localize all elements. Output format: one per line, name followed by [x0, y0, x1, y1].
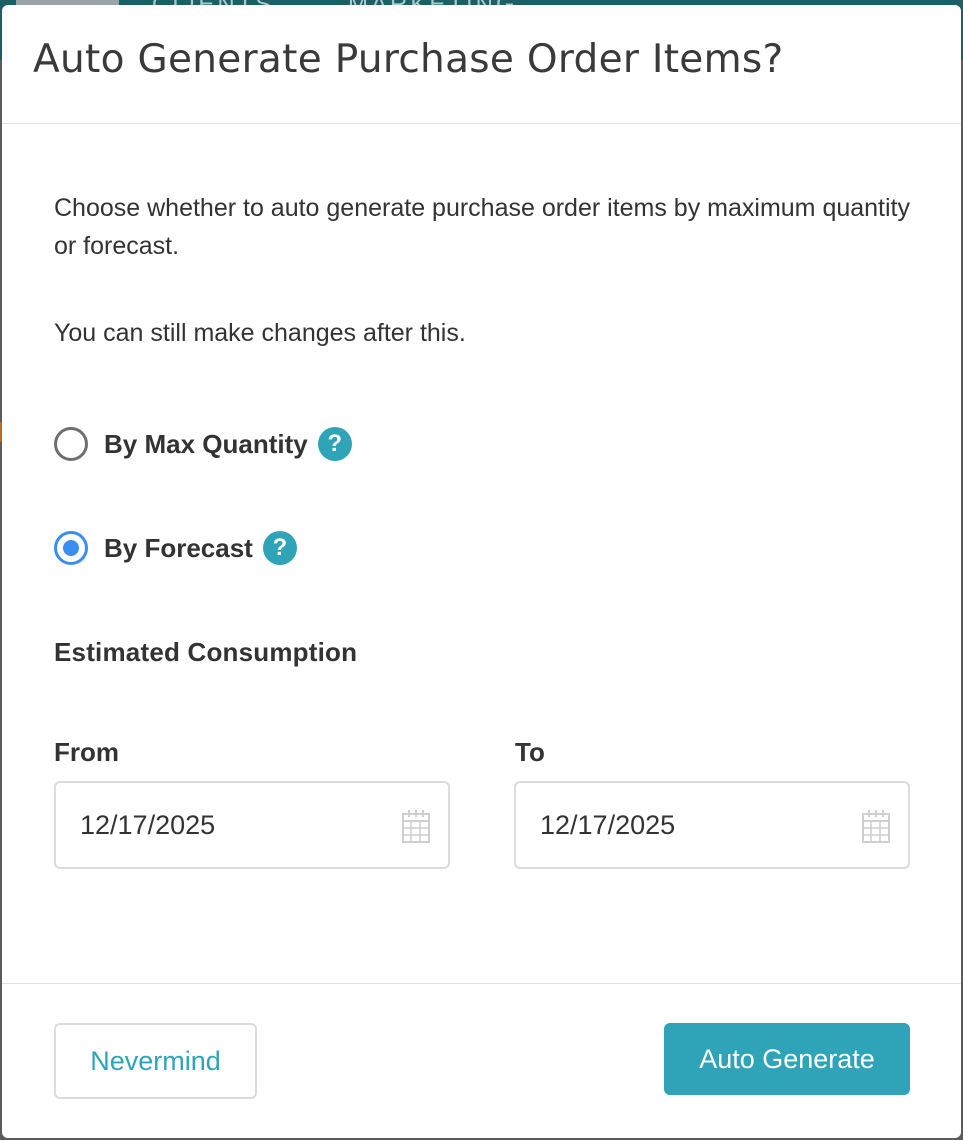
calendar-icon[interactable]	[402, 809, 430, 843]
to-label: To	[515, 737, 545, 767]
dialog-description: Choose whether to auto generate purchase…	[54, 194, 911, 260]
question-circle-icon[interactable]: ?	[317, 427, 352, 461]
question-circle-icon[interactable]: ?	[262, 531, 297, 565]
auto-generate-button[interactable]: Auto Generate	[664, 1023, 910, 1095]
from-date-input[interactable]	[80, 783, 380, 867]
option-max-quantity-label: By Max Quantity	[104, 428, 308, 459]
to-date-field[interactable]	[514, 781, 910, 869]
dialog-header: Auto Generate Purchase Order Items?	[2, 5, 961, 124]
option-forecast[interactable]: By Forecast ?	[54, 528, 297, 568]
dialog-title: Auto Generate Purchase Order Items?	[33, 37, 784, 82]
calendar-icon[interactable]	[862, 809, 890, 843]
from-date-field[interactable]	[54, 781, 450, 869]
option-max-quantity[interactable]: By Max Quantity ?	[54, 424, 352, 464]
estimated-consumption-heading: Estimated Consumption	[54, 637, 358, 667]
dialog-note: You can still make changes after this.	[54, 319, 466, 347]
to-date-input[interactable]	[540, 783, 840, 867]
auto-generate-dialog: Auto Generate Purchase Order Items? Choo…	[2, 5, 961, 1138]
radio-max-quantity[interactable]	[54, 427, 88, 461]
from-label: From	[54, 737, 119, 767]
dialog-footer-divider	[2, 983, 961, 984]
nevermind-button[interactable]: Nevermind	[54, 1023, 257, 1099]
option-forecast-label: By Forecast	[104, 532, 253, 563]
radio-forecast[interactable]	[54, 531, 88, 565]
